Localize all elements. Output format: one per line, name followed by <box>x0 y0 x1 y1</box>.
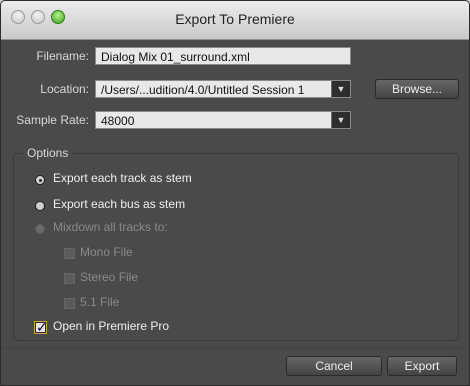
checkbox-mono-file[interactable] <box>64 248 75 259</box>
window-title: Export To Premiere <box>175 11 295 27</box>
radio-export-bus-stem-label: Export each bus as stem <box>53 197 186 211</box>
radio-export-bus-stem[interactable] <box>35 201 45 211</box>
checkbox-open-in-premiere-pro[interactable] <box>35 319 48 336</box>
radio-export-track-stem-label: Export each track as stem <box>53 171 192 185</box>
checkbox-open-in-premiere-pro-label: Open in Premiere Pro <box>53 319 170 333</box>
sample-rate-select[interactable]: 48000 ▼ <box>95 111 351 129</box>
title-bar[interactable]: Export To Premiere <box>1 1 469 40</box>
divider <box>1 347 469 348</box>
location-select[interactable]: /Users/...udition/4.0/Untitled Session 1… <box>95 80 351 98</box>
cancel-button[interactable]: Cancel <box>286 356 382 376</box>
checkbox-51-file[interactable] <box>64 298 75 309</box>
checkbox-mono-file-label: Mono File <box>80 245 133 259</box>
browse-button[interactable]: Browse... <box>375 79 459 99</box>
location-label: Location: <box>40 82 89 96</box>
checkbox-stereo-file[interactable] <box>64 273 75 284</box>
filename-label: Filename: <box>36 49 89 63</box>
export-button[interactable]: Export <box>387 356 457 376</box>
checkbox-stereo-file-label: Stereo File <box>80 270 139 284</box>
filename-input[interactable]: Dialog Mix 01_surround.xml <box>95 47 351 65</box>
options-title: Options <box>23 146 73 160</box>
sample-rate-select-value: 48000 <box>101 114 135 128</box>
location-select-value: /Users/...udition/4.0/Untitled Session 1 <box>101 83 305 97</box>
chevron-down-icon[interactable]: ▼ <box>331 112 350 128</box>
sample-rate-label: Sample Rate: <box>16 113 89 127</box>
export-to-premiere-window: Export To Premiere Filename: Dialog Mix … <box>0 0 470 386</box>
radio-mixdown[interactable] <box>35 224 45 234</box>
chevron-down-icon[interactable]: ▼ <box>331 81 350 97</box>
radio-export-track-stem[interactable] <box>35 175 45 185</box>
checkbox-51-file-label: 5.1 File <box>80 295 120 309</box>
radio-mixdown-label: Mixdown all tracks to: <box>53 220 168 234</box>
